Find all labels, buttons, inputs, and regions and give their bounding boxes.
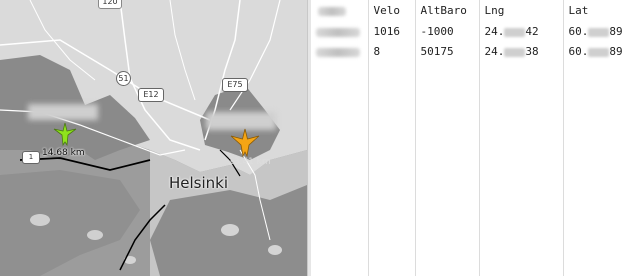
road-shield-e12: E12 [138, 88, 164, 102]
altbaro-cell: -1000 [420, 25, 454, 38]
lng-cell: 24. 38 [484, 45, 539, 58]
column-header-velo[interactable]: Velo [368, 0, 416, 22]
aircraft-table: Velo AltBaro Lng Lat 1016 -1000 24. 42 60… [311, 0, 642, 276]
lat-cell: 60. 89 [568, 45, 623, 58]
lat-cell: 60. 89 [568, 25, 623, 38]
altbaro-cell: 50175 [420, 45, 454, 58]
redacted-text [316, 47, 360, 57]
aircraft-marker-2[interactable] [230, 128, 260, 158]
plane-icon [230, 128, 260, 158]
road-shield-1: 51 [116, 71, 131, 86]
map-canvas[interactable] [0, 0, 307, 276]
column-header-altbaro[interactable]: AltBaro [415, 0, 480, 22]
redacted-text [316, 27, 360, 37]
aircraft-distance-label: 13.41 km [228, 157, 271, 167]
road-shield-120: 120 [98, 0, 122, 9]
velo-cell: 8 [373, 45, 381, 58]
aircraft-distance-label: 14.68 km [42, 148, 85, 158]
road-shield-51: 1 [22, 151, 40, 164]
island [30, 214, 50, 226]
city-label: Helsinki [169, 174, 229, 192]
aircraft-label-blur [28, 104, 98, 120]
aircraft-marker-1[interactable] [52, 121, 78, 147]
island [221, 224, 239, 236]
table-filler-row [311, 62, 642, 276]
column-header-id[interactable] [311, 0, 369, 22]
aircraft-table-panel: Velo AltBaro Lng Lat 1016 -1000 24. 42 60… [311, 0, 642, 276]
velo-cell: 1016 [373, 25, 401, 38]
table-row[interactable]: 1016 -1000 24. 42 60. 89 [311, 22, 642, 42]
redacted-text [318, 6, 346, 16]
lng-cell: 24. 42 [484, 25, 539, 38]
island [87, 230, 103, 240]
road-shield-e75: E75 [222, 78, 248, 92]
map-view[interactable]: 120 51 E12 E75 1 Helsinki 14.68 km 13.41… [0, 0, 307, 276]
column-header-lng[interactable]: Lng [479, 0, 564, 22]
island [268, 245, 282, 255]
column-header-lat[interactable]: Lat [563, 0, 642, 22]
plane-icon [53, 122, 77, 147]
water-area [0, 170, 140, 276]
table-row[interactable]: 8 50175 24. 38 60. 89 [311, 42, 642, 62]
